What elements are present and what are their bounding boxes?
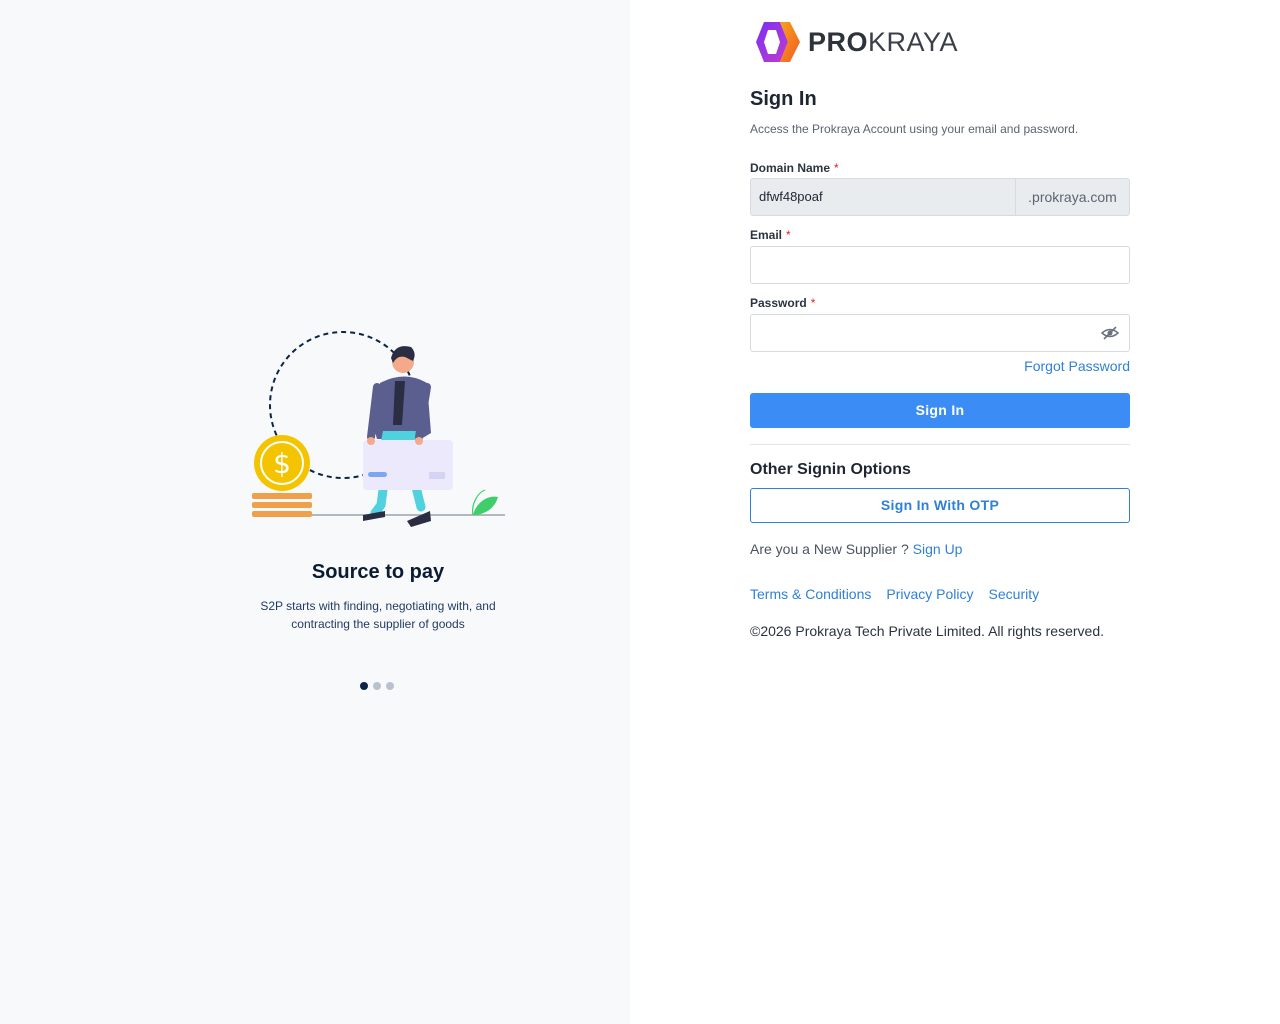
slide-description: S2P starts with finding, negotiating wit… [260,599,496,631]
domain-suffix: .prokraya.com [1015,178,1130,216]
footer-links: Terms & Conditions Privacy Policy Securi… [750,586,1039,602]
carousel-dot-2[interactable] [373,682,381,690]
svg-text:$: $ [273,447,291,480]
carousel-dots [360,682,394,690]
domain-label: Domain Name * [750,161,839,175]
required-mark: * [810,296,816,310]
privacy-link[interactable]: Privacy Policy [886,586,973,602]
security-link[interactable]: Security [989,586,1040,602]
eye-slash-icon[interactable] [1101,325,1119,341]
password-input[interactable] [750,314,1130,352]
source-to-pay-illustration: $ [252,331,505,527]
copyright: ©2026 Prokraya Tech Private Limited. All… [750,623,1104,639]
forgot-password-link[interactable]: Forgot Password [1024,358,1130,374]
domain-field-group: dfwf48poaf .prokraya.com [750,178,1130,216]
terms-link[interactable]: Terms & Conditions [750,586,871,602]
divider [750,444,1130,445]
sign-in-button[interactable]: Sign In [750,393,1130,428]
carousel-panel: $ Source to pay S2P starts with finding,… [0,0,630,1024]
logo-text: PROKRAYA [808,26,959,57]
required-mark: * [834,161,839,175]
page-subtitle: Access the Prokraya Account using your e… [750,122,1079,136]
slide-title: Source to pay [311,561,445,583]
new-supplier-text: Are you a New Supplier ? Sign Up [750,541,963,557]
sign-in-otp-button[interactable]: Sign In With OTP [750,488,1130,523]
sign-up-link[interactable]: Sign Up [913,541,963,557]
other-signin-heading: Other Signin Options [750,461,911,478]
password-label: Password * [750,296,816,310]
email-label: Email * [750,228,791,242]
required-mark: * [786,228,791,242]
carousel-dot-1[interactable] [360,682,368,690]
page-title: Sign In [750,88,817,110]
prokraya-logo: PROKRAYA [750,20,958,64]
carousel-dot-3[interactable] [386,682,394,690]
domain-input[interactable]: dfwf48poaf [750,178,1015,216]
logo-hexagon-icon [756,22,800,62]
email-input[interactable] [750,246,1130,284]
